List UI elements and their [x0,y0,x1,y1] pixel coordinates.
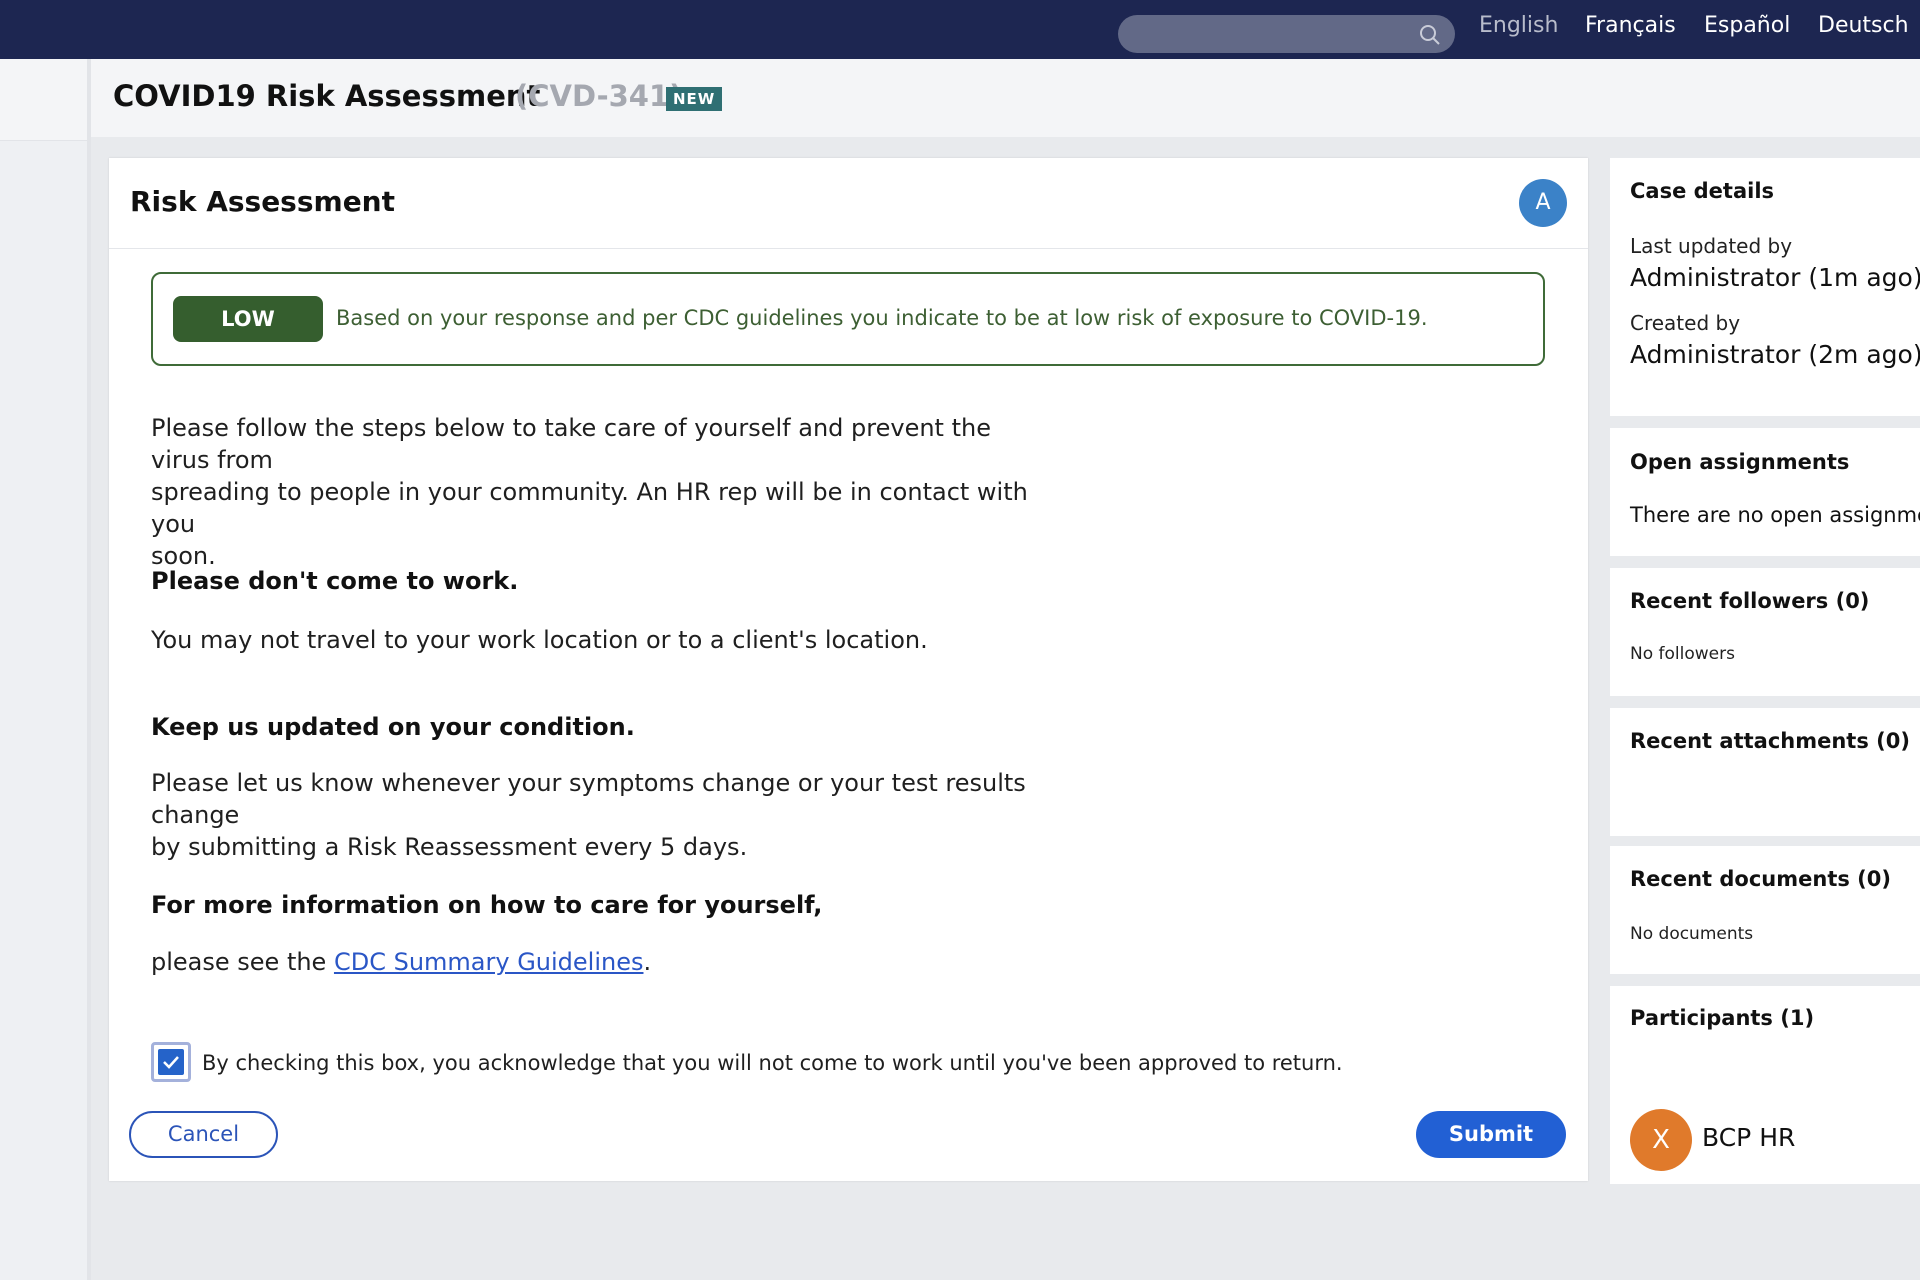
open-assignments-text: There are no open assignmer [1630,503,1920,527]
submit-button[interactable]: Submit [1416,1111,1566,1158]
intro-line: Please follow the steps below to take ca… [151,414,991,474]
panel-title: Open assignments [1630,450,1850,474]
left-rail-header [0,59,87,141]
section-heading: Please don't come to work. [151,567,519,595]
panel-title: Case details [1630,179,1775,203]
acknowledge-checkbox[interactable] [151,1042,191,1082]
left-navigation-rail [0,59,87,1280]
risk-level-badge: LOW [173,296,323,342]
section-heading: For more information on how to care for … [151,891,823,919]
case-title: COVID19 Risk Assessment [113,79,541,113]
search-icon[interactable] [1419,24,1441,46]
case-id: (CVD-341) [515,79,683,113]
recent-attachments-panel: Recent attachments (0) [1610,708,1920,836]
case-details-panel: Case details Last updated by Administrat… [1610,158,1920,416]
left-rail-divider [87,59,91,1280]
recent-documents-panel: Recent documents (0) No documents [1610,846,1920,974]
followers-empty-text: No followers [1630,644,1735,664]
risk-message: Based on your response and per CDC guide… [336,306,1428,330]
search-input[interactable] [1118,15,1455,53]
section-text: Please let us know whenever your symptom… [151,767,1051,863]
created-label: Created by [1630,311,1741,335]
section-text-line: Please let us know whenever your symptom… [151,769,1026,829]
link-prefix: please see the [151,948,334,976]
avatar[interactable]: A [1519,179,1567,227]
panel-title: Recent documents (0) [1630,867,1891,891]
documents-empty-text: No documents [1630,924,1754,944]
checkmark-icon [163,1056,179,1069]
intro-line: spreading to people in your community. A… [151,478,1028,538]
last-updated-label: Last updated by [1630,234,1793,258]
cdc-guidelines-link[interactable]: CDC Summary Guidelines [334,948,644,976]
panel-title: Recent attachments (0) [1630,729,1910,753]
case-header: COVID19 Risk Assessment (CVD-341) NEW [91,59,1920,137]
acknowledge-label[interactable]: By checking this box, you acknowledge th… [202,1051,1343,1075]
recent-followers-panel: Recent followers (0) No followers [1610,568,1920,696]
panel-title: Recent followers (0) [1630,589,1870,613]
section-text-line: by submitting a Risk Reassessment every … [151,833,748,861]
open-assignments-panel: Open assignments There are no open assig… [1610,428,1920,556]
panel-title: Participants (1) [1630,1006,1815,1030]
intro-text: Please follow the steps below to take ca… [151,412,1051,572]
language-espanol[interactable]: Español [1704,13,1790,38]
section-heading: Keep us updated on your condition. [151,713,635,741]
avatar[interactable]: X [1630,1109,1692,1171]
status-badge: NEW [666,87,723,111]
language-francais[interactable]: Français [1585,13,1676,38]
participants-panel: Participants (1) X BCP HR [1610,986,1920,1184]
language-deutsch[interactable]: Deutsch [1818,13,1909,38]
risk-result-banner: LOW Based on your response and per CDC g… [151,272,1545,366]
last-updated-value: Administrator (1m ago) [1630,263,1920,292]
risk-assessment-card: Risk Assessment A LOW Based on your resp… [109,158,1588,1181]
checkbox-fill [158,1049,184,1075]
cancel-button[interactable]: Cancel [129,1111,278,1158]
section-text: please see the CDC Summary Guidelines. [151,946,1051,978]
participant-name[interactable]: BCP HR [1702,1123,1795,1152]
language-english[interactable]: English [1479,13,1558,38]
card-title: Risk Assessment [130,185,396,218]
created-value: Administrator (2m ago) [1630,340,1920,369]
top-navigation-bar: English Français Español Deutsch [0,0,1920,59]
section-text: You may not travel to your work location… [151,626,928,654]
divider [109,248,1588,249]
link-suffix: . [643,948,652,976]
